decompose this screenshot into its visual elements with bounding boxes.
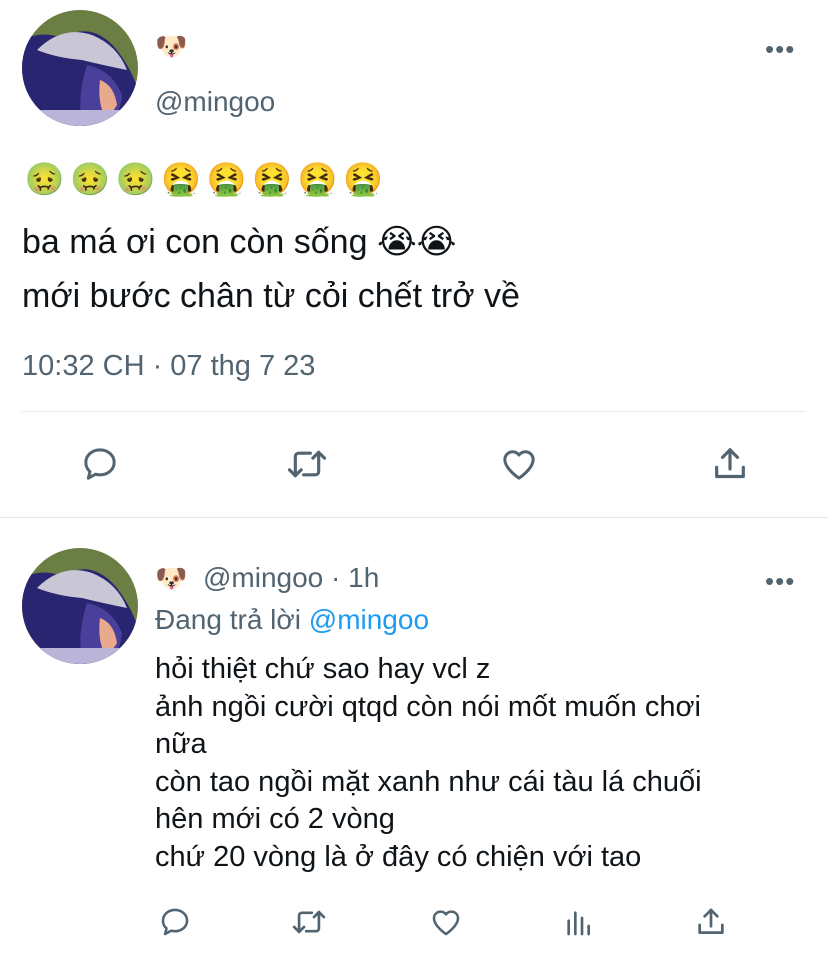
reply-button[interactable] bbox=[158, 905, 192, 939]
divider bbox=[0, 517, 828, 518]
display-name[interactable]: 🐶 bbox=[155, 32, 187, 62]
handle-and-time[interactable]: @mingoo · 1h bbox=[203, 562, 379, 594]
analytics-icon bbox=[567, 911, 590, 936]
display-name[interactable]: 🐶 bbox=[155, 564, 187, 594]
mention-link[interactable]: @mingoo bbox=[309, 604, 429, 635]
reply-button[interactable] bbox=[80, 444, 120, 484]
tweet-text-line: ba má ơi con còn sống 😭😭 bbox=[22, 223, 457, 261]
tweet-timestamp[interactable]: 10:32 CH · 07 thg 7 23 bbox=[22, 350, 315, 383]
reply-icon bbox=[84, 448, 116, 480]
reply-text-line: hỏi thiệt chứ sao hay vcl z bbox=[155, 653, 491, 685]
vomiting-emoji: 🤮 bbox=[297, 160, 338, 198]
retweet-icon bbox=[287, 450, 327, 478]
vomiting-emoji: 🤮 bbox=[252, 160, 293, 198]
replying-to: Đang trả lời @mingoo bbox=[155, 604, 429, 636]
vomiting-emoji: 🤮 bbox=[161, 160, 202, 198]
emoji-line: 🤢 🤢 🤢 🤮 🤮 🤮 🤮 🤮 bbox=[22, 160, 402, 200]
vomiting-emoji: 🤮 bbox=[343, 160, 384, 198]
reply-text-line: nữa bbox=[155, 728, 207, 760]
divider bbox=[22, 411, 806, 412]
analytics-button[interactable] bbox=[562, 905, 594, 939]
reply-text-line: chứ 20 vòng là ở đây có chiện với tao bbox=[155, 840, 642, 873]
like-button[interactable] bbox=[428, 905, 464, 939]
avatar[interactable] bbox=[22, 10, 138, 126]
share-button[interactable] bbox=[710, 444, 750, 484]
reply-icon bbox=[161, 908, 189, 936]
nauseated-emoji: 🤢 bbox=[115, 160, 156, 198]
avatar[interactable] bbox=[22, 548, 138, 664]
retweet-icon bbox=[292, 910, 326, 934]
replying-prefix: Đang trả lời bbox=[155, 604, 301, 635]
nauseated-emoji: 🤢 bbox=[70, 160, 111, 198]
vomiting-emoji: 🤮 bbox=[206, 160, 247, 198]
share-icon bbox=[715, 448, 745, 479]
reply-text-line: ảnh ngồi cười qtqd còn nói mốt muốn chơi bbox=[155, 690, 701, 723]
more-options-button[interactable]: ••• bbox=[765, 568, 795, 594]
like-button[interactable] bbox=[498, 444, 540, 484]
share-button[interactable] bbox=[694, 905, 728, 939]
user-handle[interactable]: @mingoo bbox=[155, 86, 275, 118]
reply-text-line: hên mới có 2 vòng bbox=[155, 803, 395, 835]
more-options-button[interactable]: ••• bbox=[765, 36, 795, 62]
tweet-text-line: mới bước chân từ cỏi chết trở về bbox=[22, 277, 520, 315]
retweet-button[interactable] bbox=[290, 905, 328, 939]
retweet-button[interactable] bbox=[285, 444, 329, 484]
like-icon bbox=[432, 910, 460, 936]
like-icon bbox=[503, 450, 535, 480]
reply-text-line: còn tao ngồi mặt xanh như cái tàu lá chu… bbox=[155, 765, 702, 798]
reply-text: hỏi thiệt chứ sao hay vcl z ảnh ngồi cườ… bbox=[155, 651, 702, 876]
nauseated-emoji: 🤢 bbox=[24, 160, 65, 198]
share-icon bbox=[698, 908, 724, 934]
